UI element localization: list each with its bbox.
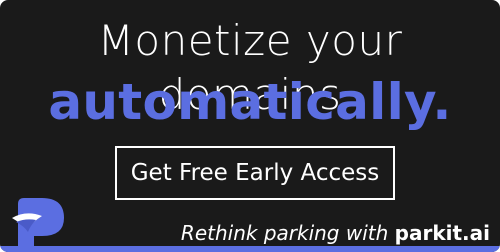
brand-name: parkit.ai	[394, 221, 490, 245]
get-early-access-button[interactable]: Get Free Early Access	[115, 146, 395, 200]
ad-banner[interactable]: Monetize your domains automatically. Get…	[0, 0, 500, 252]
tagline-lead: Rethink parking with	[180, 221, 395, 245]
tagline: Rethink parking with parkit.ai	[181, 219, 490, 247]
parkit-p-logo-icon	[12, 198, 64, 252]
headline-emphasis: automatically.	[48, 73, 452, 131]
